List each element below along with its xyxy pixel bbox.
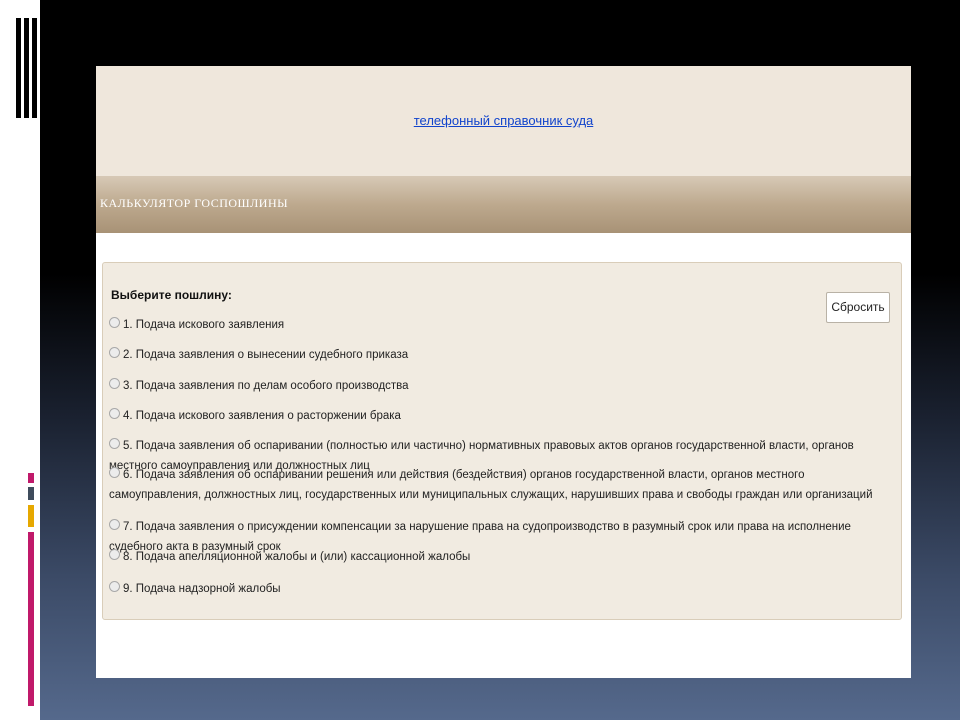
fee-option-label: 6. Подача заявления об оспаривании решен… — [109, 469, 873, 501]
accent-block-magenta-small — [28, 473, 34, 483]
calculator-title: КАЛЬКУЛЯТОР ГОСПОШЛИНЫ — [100, 196, 289, 210]
radio-button[interactable] — [109, 549, 120, 561]
phone-directory-link[interactable]: телефонный справочник суда — [96, 113, 911, 128]
radio-button[interactable] — [109, 438, 120, 450]
radio-button[interactable] — [109, 467, 120, 479]
fee-option-1[interactable]: 1. Подача искового заявления — [109, 315, 899, 335]
radio-button[interactable] — [109, 581, 120, 593]
fee-option-label: 4. Подача искового заявления о расторжен… — [123, 410, 401, 422]
select-fee-prompt: Выберите пошлину: — [111, 288, 232, 302]
calculator-header-bar: КАЛЬКУЛЯТОР ГОСПОШЛИНЫ — [96, 176, 911, 233]
radio-button[interactable] — [109, 347, 120, 359]
fee-option-4[interactable]: 4. Подача искового заявления о расторжен… — [109, 406, 899, 426]
radio-button[interactable] — [109, 408, 120, 420]
accent-bar-magenta — [28, 532, 34, 706]
radio-button[interactable] — [109, 519, 120, 531]
fee-calculator-panel: Выберите пошлину: Сбросить 1. Подача иск… — [102, 262, 902, 620]
fee-option-8[interactable]: 8. Подача апелляционной жалобы и (или) к… — [109, 547, 899, 567]
fee-option-label: 9. Подача надзорной жалобы — [123, 583, 281, 595]
fee-option-label: 3. Подача заявления по делам особого про… — [123, 380, 409, 392]
fee-option-3[interactable]: 3. Подача заявления по делам особого про… — [109, 376, 899, 396]
radio-button[interactable] — [109, 378, 120, 390]
site-top-band: телефонный справочник суда — [96, 66, 911, 176]
fee-option-label: 8. Подача апелляционной жалобы и (или) к… — [123, 551, 471, 563]
fee-option-9[interactable]: 9. Подача надзорной жалобы — [109, 579, 899, 599]
fee-option-label: 2. Подача заявления о вынесении судебног… — [123, 349, 409, 361]
fee-option-2[interactable]: 2. Подача заявления о вынесении судебног… — [109, 345, 899, 365]
fee-option-6[interactable]: 6. Подача заявления об оспаривании решен… — [109, 465, 899, 505]
court-site-screenshot: телефонный справочник суда КАЛЬКУЛЯТОР Г… — [96, 66, 911, 678]
radio-button[interactable] — [109, 317, 120, 329]
accent-block-slate — [28, 487, 34, 500]
fee-option-label: 1. Подача искового заявления — [123, 319, 285, 331]
accent-block-gold — [28, 505, 34, 527]
